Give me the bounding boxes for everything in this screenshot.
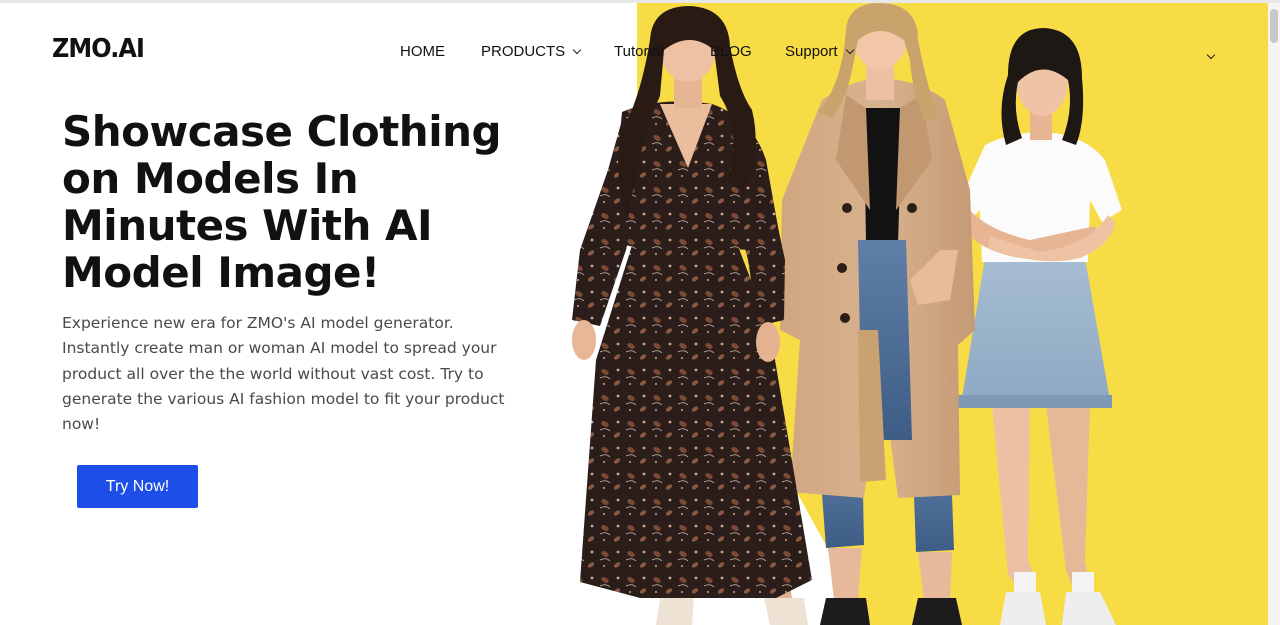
brand-logo[interactable]: ZMO.AI — [52, 34, 145, 64]
nav-support-label: Support — [785, 43, 838, 60]
chevron-down-icon — [1206, 50, 1216, 60]
scrollbar-thumb[interactable] — [1270, 9, 1278, 43]
nav-tutorial-label: Tutorial — [614, 43, 664, 60]
nav-home[interactable]: HOME — [400, 43, 445, 60]
nav-home-label: HOME — [400, 43, 445, 60]
nav-blog-label: BLOG — [710, 43, 752, 60]
nav-tutorial[interactable]: Tutorial — [614, 43, 663, 60]
chevron-down-icon — [845, 45, 854, 55]
hero-headline: Showcase Clothing on Models In Minutes W… — [62, 107, 502, 297]
chevron-down-icon — [572, 45, 582, 55]
try-now-button[interactable]: Try Now! — [77, 465, 198, 508]
nav-products-label: PRODUCTS — [481, 43, 566, 60]
nav-support[interactable]: Support — [785, 43, 854, 60]
page-scrollbar[interactable] — [1268, 3, 1280, 625]
nav-products[interactable]: PRODUCTS — [481, 43, 582, 60]
page: ZMO.AI HOME PRODUCTS Tutorial BLOG Suppo… — [0, 0, 1280, 625]
nav-blog[interactable]: BLOG — [710, 43, 752, 60]
nav-more-dropdown[interactable] — [1206, 44, 1222, 60]
hero-description: Experience new era for ZMO's AI model ge… — [62, 314, 505, 434]
